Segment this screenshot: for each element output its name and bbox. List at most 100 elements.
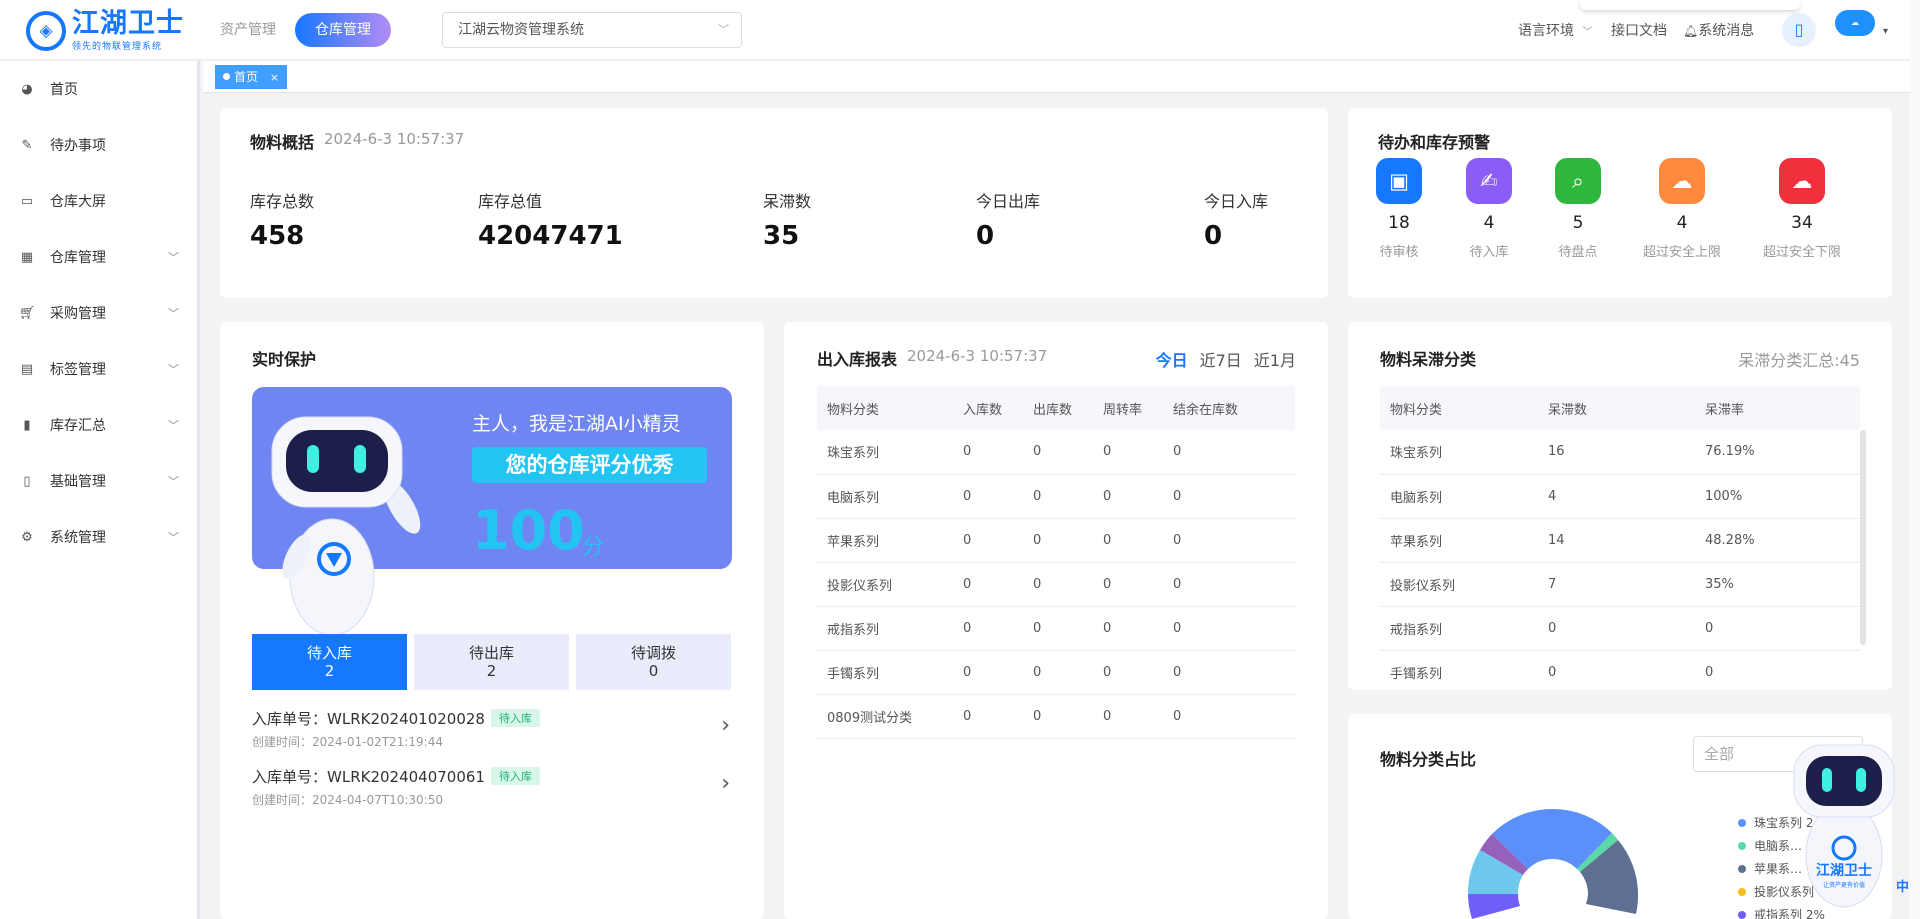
column-header: 物料分类 (1380, 386, 1538, 430)
chevron-down-icon: ﹀ (1582, 27, 1593, 38)
logo-mark-icon: ◈ (26, 10, 66, 51)
chevron-down-icon: ﹀ (168, 363, 179, 376)
tab-today[interactable]: 今日 (1156, 351, 1188, 370)
gear-icon: ⚙ (21, 529, 33, 545)
sidebar-item-warehouse-screen[interactable]: ▭ 仓库大屏 (0, 181, 196, 221)
table-row: 电脑系列 4 100% (1380, 474, 1860, 519)
stagnant-table: 物料分类 呆滞数 呆滞率 珠宝系列 16 76.19% 电脑系列 4 100% 苹果系列… (1380, 386, 1860, 690)
edit-icon: ✎ (21, 137, 33, 153)
stagnant-summary: 呆滞分类汇总:45 (1738, 351, 1860, 370)
chevron-down-icon: ﹀ (168, 307, 179, 320)
system-select[interactable]: 江湖云物资管理系统 ﹀ (442, 12, 742, 48)
order-item[interactable]: 入库单号：WLRK202404070061 待入库 创建时间：2024-04-07… (252, 766, 732, 808)
close-icon[interactable]: × (270, 71, 279, 84)
stat-value-total-stock: 458 (250, 221, 305, 251)
active-dot-icon (223, 73, 230, 80)
sidebar-item-home[interactable]: ◕ 首页 (0, 69, 196, 109)
period-tabs: 今日 近7日 近1月 (1144, 347, 1296, 371)
table-row: 珠宝系列 0 0 0 0 (817, 430, 1295, 475)
language-menu[interactable]: 语言环境 ﹀ (1518, 20, 1592, 40)
status-badge: 待入库 (490, 709, 540, 727)
caret-down-icon[interactable]: ▾ (1883, 26, 1888, 37)
api-docs-link[interactable]: 接口文档 (1611, 20, 1667, 40)
sidebar-item-purchase[interactable]: 🛒︎ 采购管理 ﹀ (0, 293, 196, 333)
order-item[interactable]: 入库单号：WLRK202401020028 待入库 创建时间：2024-01-02… (252, 708, 732, 750)
monitor-icon: ▭ (20, 193, 34, 209)
order-number: 入库单号：WLRK202401020028 (252, 710, 485, 728)
column-header: 呆滞率 (1695, 386, 1860, 430)
grid-icon: ▦ (20, 249, 34, 265)
dashboard-icon: ◕ (21, 81, 33, 97)
tag-home[interactable]: 首页 × (215, 65, 288, 89)
book-icon: ▯ (23, 473, 31, 489)
overview-time: 2024-6-3 10:57:37 (324, 130, 465, 148)
dropdown-edge (1580, 0, 1800, 10)
table-row: 戒指系列 0 0 0 0 (817, 606, 1295, 651)
chevron-right-icon[interactable]: › (721, 773, 730, 795)
stagnant-card: 物料呆滞分类 呆滞分类汇总:45 物料分类 呆滞数 呆滞率 珠宝系列 16 76.1… (1348, 322, 1892, 690)
sign-icon: ✍ (1466, 158, 1512, 204)
logo[interactable]: ◈ 江湖卫士 领先的物联管理系统 (26, 9, 184, 52)
column-header: 呆滞数 (1538, 386, 1695, 430)
system-select-value: 江湖云物资管理系统 (458, 22, 584, 38)
mobile-icon[interactable]: ▯ (1782, 13, 1816, 47)
io-report-title: 出入库报表 (817, 350, 898, 369)
status-badge: 待入库 (490, 767, 540, 785)
tab-warehouse-management[interactable]: 仓库管理 (295, 13, 391, 47)
table-row: 苹果系列 14 48.28% (1380, 518, 1860, 563)
sidebar-item-todo[interactable]: ✎ 待办事项 (0, 125, 196, 165)
sidebar-item-basic-management[interactable]: ▯ 基础管理 ﹀ (0, 461, 196, 501)
table-row: 投影仪系列 7 35% (1380, 562, 1860, 607)
alerts-title: 待办和库存预警 (1378, 133, 1491, 152)
bar-chart-icon: ▮ (23, 417, 31, 433)
language-indicator[interactable]: 中 (1896, 876, 1909, 895)
floating-assistant-robot[interactable]: 江湖卫士 让资产更有价值 (1782, 730, 1907, 919)
score-unit: 分 (582, 535, 605, 560)
column-header: 结余在库数 (1163, 386, 1295, 430)
alert-over-upper-limit[interactable]: ☁ 4 超过安全上限 (1627, 158, 1737, 260)
chevron-right-icon[interactable]: › (721, 715, 730, 737)
column-header: 物料分类 (817, 386, 953, 430)
cloud-upload-icon: ☁ (1659, 158, 1705, 204)
chevron-down-icon: ﹀ (168, 475, 179, 488)
page-scrollbar[interactable] (1910, 0, 1920, 919)
segment-pending-transfer[interactable]: 待调拨 0 (576, 634, 731, 690)
io-report-table: 物料分类 入库数 出库数 周转率 结余在库数 珠宝系列 0 0 0 0 电脑系列 0 0 0 0… (817, 386, 1295, 739)
chevron-down-icon: ﹀ (168, 531, 179, 544)
user-avatar[interactable]: ☁ (1835, 10, 1875, 36)
table-row: 珠宝系列 16 76.19% (1380, 430, 1860, 475)
sidebar-item-inventory-summary[interactable]: ▮ 库存汇总 ﹀ (0, 405, 196, 445)
stat-label-today-out: 今日出库 (976, 192, 1041, 211)
stat-label-total-value: 库存总值 (478, 192, 543, 211)
system-messages[interactable]: 🔔︎系统消息 (1683, 20, 1754, 40)
tab-asset-management[interactable]: 资产管理 (200, 13, 296, 47)
sidebar-item-labels[interactable]: ▤ 标签管理 ﹀ (0, 349, 196, 389)
logo-subtitle: 领先的物联管理系统 (72, 42, 163, 52)
chevron-down-icon: ﹀ (168, 419, 179, 432)
review-icon: ▣ (1376, 158, 1422, 204)
tab-7-days[interactable]: 近7日 (1200, 351, 1242, 370)
stat-value-today-out: 0 (976, 221, 995, 251)
stat-label-today-in: 今日入库 (1204, 192, 1269, 211)
ai-greeting: 主人，我是江湖AI小精灵 (472, 413, 681, 435)
score-value: 100 (472, 499, 585, 562)
assistant-logo-text: 江湖卫士 (1816, 862, 1872, 879)
donut-slice-other (1468, 894, 1520, 919)
printer-icon: ▤ (20, 361, 34, 377)
table-header-row: 物料分类 入库数 出库数 周转率 结余在库数 (817, 386, 1295, 430)
alert-below-lower-limit[interactable]: ☁ 34 超过安全下限 (1747, 158, 1857, 260)
io-report-time: 2024-6-3 10:57:37 (907, 347, 1048, 365)
stat-value-today-in: 0 (1204, 221, 1223, 251)
cart-icon: 🛒︎ (19, 305, 36, 321)
table-row: 戒指系列 0 0 (1380, 606, 1860, 651)
donut-slice-apple-cont (1586, 894, 1639, 914)
sidebar-item-warehouse-management[interactable]: ▦ 仓库管理 ﹀ (0, 237, 196, 277)
sidebar-item-system-management[interactable]: ⚙ 系统管理 ﹀ (0, 517, 196, 557)
alert-pending-stocktake[interactable]: ⌕ 5 待盘点 (1523, 158, 1633, 260)
tab-1-month[interactable]: 近1月 (1254, 351, 1296, 370)
segment-pending-inbound[interactable]: 待入库 2 (252, 634, 407, 690)
table-row: 苹果系列 0 0 0 0 (817, 518, 1295, 563)
segment-pending-outbound[interactable]: 待出库 2 (414, 634, 569, 690)
stat-value-total-value: 42047471 (478, 221, 623, 251)
table-scrollbar[interactable] (1860, 430, 1866, 645)
